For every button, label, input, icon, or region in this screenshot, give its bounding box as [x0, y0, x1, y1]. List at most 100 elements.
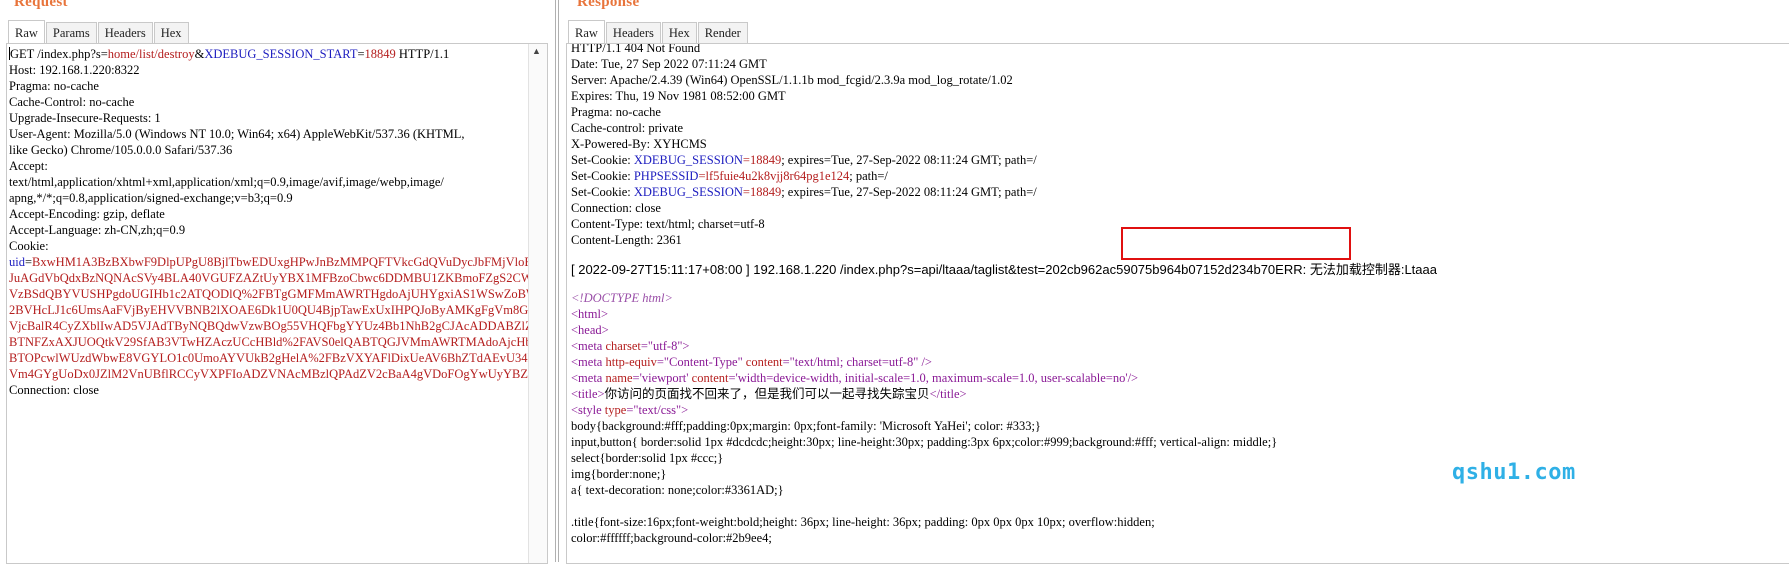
request-header-line: Accept: — [9, 159, 48, 173]
cookie-value: BxwHM1A3BzBXbwF9DlpUPgU8BjlTbwEDUxgHPwJn… — [32, 255, 547, 269]
request-panel-title: Request — [14, 0, 68, 10]
request-line: GET /index.php?s=home/list/destroy&XDEBU… — [9, 46, 529, 62]
scroll-up-icon[interactable]: ▲ — [532, 46, 541, 56]
meta-attr: http-equiv — [602, 355, 657, 369]
css-line — [571, 498, 1781, 514]
meta-close: /> — [1127, 371, 1139, 385]
meta-tag: <meta — [571, 339, 603, 353]
request-header-line: Upgrade-Insecure-Requests: 1 — [9, 111, 161, 125]
cookie-line: uid=BxwHM1A3BzBXbwF9DlpUPgU8BjlTbwEDUxgH… — [9, 254, 547, 270]
tab-headers[interactable]: Headers — [605, 22, 661, 43]
error-log-prefix: [ 2022-09-27T15:11:17+08:00 ] 192.168.1.… — [571, 262, 1035, 277]
css-line: input,button{ border:solid 1px #dcdcdc;h… — [571, 435, 1278, 449]
set-cookie-rest: ; path=/ — [849, 169, 888, 183]
request-tabs: Raw Params Headers Hex — [8, 20, 190, 43]
watermark: qshu1.com — [1452, 460, 1576, 485]
tab-raw[interactable]: Raw — [568, 20, 605, 43]
meta-value: ='viewport' — [632, 371, 689, 385]
response-header-line: Connection: close — [571, 201, 661, 215]
request-http-version: HTTP/1.1 — [395, 47, 450, 61]
request-editor[interactable]: GET /index.php?s=home/list/destroy&XDEBU… — [6, 43, 548, 564]
tab-render[interactable]: Render — [697, 22, 748, 43]
meta-charset-line: <meta charset="utf-8"> — [571, 338, 1781, 354]
set-cookie-value: =lf5fuie4u2k8vjj8r64pg1e124 — [698, 169, 850, 183]
response-header-line: Pragma: no-cache — [571, 105, 661, 119]
title-open-tag: <title> — [571, 387, 605, 401]
meta-attr: content — [688, 371, 729, 385]
request-header-line: Accept-Encoding: gzip, deflate — [9, 207, 165, 221]
meta-value: ="utf-8"> — [640, 339, 690, 353]
set-cookie-name: XDEBUG_SESSION — [633, 185, 743, 199]
response-header-line: Cache-control: private — [571, 121, 684, 135]
css-line: body{background:#fff;padding:0px;margin:… — [571, 419, 1041, 433]
response-tabs: Raw Headers Hex Render — [568, 20, 749, 43]
set-cookie-value: =18849 — [742, 185, 782, 199]
tab-raw[interactable]: Raw — [8, 20, 45, 43]
meta-viewport-line: <meta name='viewport' content='width=dev… — [571, 370, 1781, 386]
highlight-annotation-box — [1121, 227, 1351, 260]
response-header-line: Date: Tue, 27 Sep 2022 07:11:24 GMT — [571, 57, 767, 71]
cookie-eq: = — [24, 255, 33, 269]
set-cookie-name: PHPSESSID — [633, 169, 699, 183]
request-header-line: Host: 192.168.1.220:8322 — [9, 63, 140, 77]
meta-tag: <meta — [571, 371, 603, 385]
cookie-value-line: BTOPcwlWUzdWbwE8VGYLO1c0UmoAYVUkB2gHelA%… — [9, 351, 547, 365]
request-param-value: 18849 — [364, 47, 396, 61]
request-scrollbar[interactable]: ▲ — [528, 44, 547, 563]
css-line: select{border:solid 1px #ccc;} — [571, 451, 724, 465]
set-cookie-rest: ; expires=Tue, 27-Sep-2022 08:11:24 GMT;… — [781, 185, 1037, 199]
cookie-name: uid — [9, 255, 25, 269]
meta-attr: charset — [602, 339, 641, 353]
request-text: GET /index.php?s=home/list/destroy&XDEBU… — [9, 46, 548, 398]
request-eq: = — [357, 47, 365, 61]
error-log-highlight: t=202cb962ac59075b964b07152d234b70 — [1034, 262, 1276, 277]
css-line: a{ text-decoration: none;color:#3361AD;} — [571, 483, 784, 497]
title-line: <title>你访问的页面找不回来了，但是我们可以一起寻找失踪宝贝</title… — [571, 386, 1781, 402]
css-line: .title{font-size:16px;font-weight:bold;h… — [571, 515, 1155, 529]
tab-hex[interactable]: Hex — [153, 22, 189, 43]
response-viewer[interactable]: HTTP/1.1 404 Not Found Date: Tue, 27 Sep… — [566, 43, 1789, 564]
request-header-line: Accept-Language: zh-CN,zh;q=0.9 — [9, 223, 186, 237]
cookie-value-line: JuAGdVbQdxBzNQNAcSVy4BLA40VGUFZAZtUyYBX1… — [9, 271, 548, 285]
style-line: <style type="text/css"> — [571, 402, 1781, 418]
request-param-name: XDEBUG_SESSION_START — [204, 47, 358, 61]
meta-attr: content — [742, 355, 783, 369]
response-header-line: Expires: Thu, 19 Nov 1981 08:52:00 GMT — [571, 89, 786, 103]
cookie-value-line: 2BVHcLJ1c6UmsAaFVjByEHVVBNB2lXOAE6Dk1U0Q… — [9, 303, 547, 317]
html-tag: <html> — [571, 307, 609, 321]
set-cookie-prefix: Set-Cookie: — [571, 185, 634, 199]
response-header-line: HTTP/1.1 404 Not Found — [571, 43, 701, 55]
set-cookie-value: =18849 — [742, 153, 782, 167]
request-method: GET /index.php?s= — [10, 47, 108, 61]
style-tag: <style — [571, 403, 602, 417]
meta-value: ='width=device-width, initial-scale=1.0,… — [728, 371, 1128, 385]
panel-divider[interactable] — [555, 0, 556, 562]
cookie-value-line: VjcBalR4CyZXblIwAD5VJAdTByNQBQdwVzwBOg55… — [9, 319, 547, 333]
meta-value: ="text/html; charset=utf-8" — [782, 355, 919, 369]
tab-headers[interactable]: Headers — [97, 22, 153, 43]
error-log-line: [ 2022-09-27T15:11:17+08:00 ] 192.168.1.… — [571, 260, 1781, 280]
request-header-line: Cache-Control: no-cache — [9, 95, 135, 109]
request-amp: & — [194, 47, 205, 61]
meta-attr: name — [602, 371, 633, 385]
meta-tag: <meta — [571, 355, 603, 369]
request-connection-line: Connection: close — [9, 383, 99, 397]
tab-hex[interactable]: Hex — [661, 22, 697, 43]
response-text: HTTP/1.1 404 Not Found Date: Tue, 27 Sep… — [571, 43, 1781, 546]
request-header-line: Pragma: no-cache — [9, 79, 99, 93]
error-log-suffix: ERR: 无法加载控制器:Ltaaa — [1275, 262, 1437, 277]
set-cookie-line: Set-Cookie: PHPSESSID=lf5fuie4u2k8vjj8r6… — [571, 168, 1781, 184]
set-cookie-rest: ; expires=Tue, 27-Sep-2022 08:11:24 GMT;… — [781, 153, 1037, 167]
style-attr: type — [601, 403, 627, 417]
request-path-value: home/list/destroy — [107, 47, 195, 61]
head-tag: <head> — [571, 323, 609, 337]
set-cookie-line: Set-Cookie: XDEBUG_SESSION=18849; expire… — [571, 152, 1781, 168]
response-panel-title: Response — [577, 0, 640, 10]
response-header-line: Server: Apache/2.4.39 (Win64) OpenSSL/1.… — [571, 73, 1013, 87]
tab-params[interactable]: Params — [45, 22, 97, 43]
meta-equiv-line: <meta http-equiv="Content-Type" content=… — [571, 354, 1781, 370]
cookie-value-line: Vm4GYgUoDx0JZlM2VnUBflRCCyVXPFIoADZVNAcM… — [9, 367, 548, 381]
response-header-line: X-Powered-By: XYHCMS — [571, 137, 707, 151]
panel-divider-edge — [558, 0, 559, 562]
request-header-line: text/html,application/xhtml+xml,applicat… — [9, 175, 444, 189]
